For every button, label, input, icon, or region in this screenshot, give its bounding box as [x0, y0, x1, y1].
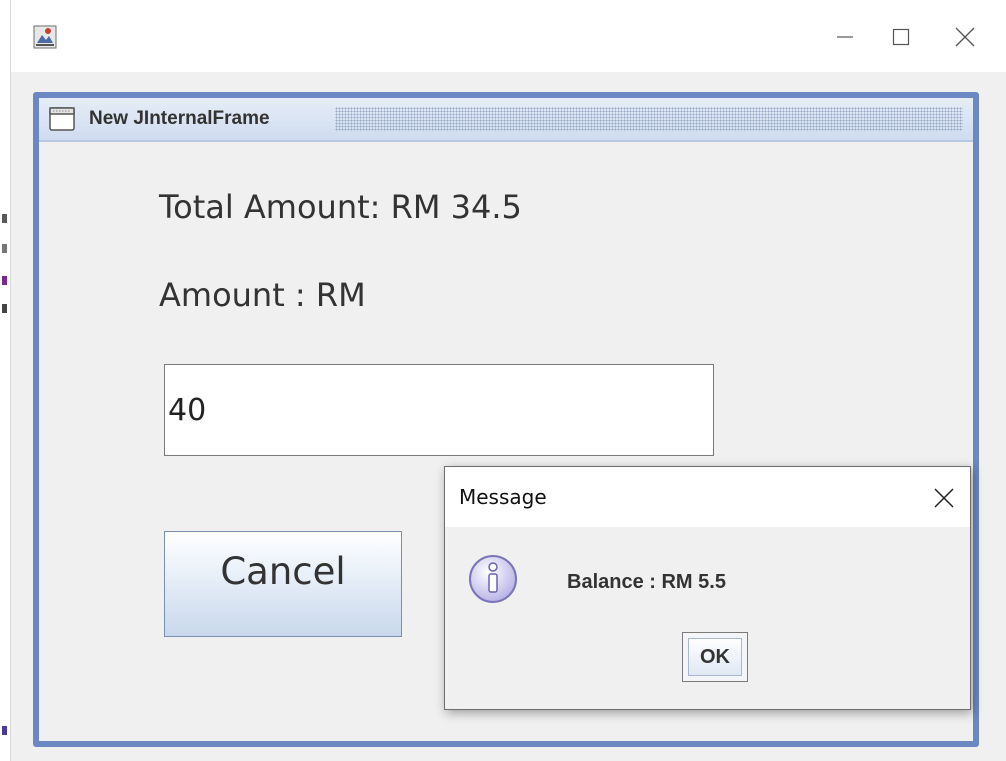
dialog-titlebar[interactable]: Message	[445, 467, 970, 527]
edge-text-fragment	[2, 726, 7, 735]
internal-frame-titlebar[interactable]: New JInternalFrame	[39, 98, 973, 142]
total-amount-label: Total Amount: RM 34.5	[159, 188, 522, 226]
minimize-button[interactable]	[822, 14, 868, 60]
info-icon	[469, 555, 517, 603]
edge-text-fragment	[2, 304, 7, 313]
ok-button[interactable]: OK	[682, 632, 748, 682]
close-button[interactable]	[942, 14, 988, 60]
internal-frame-title: New JInternalFrame	[89, 108, 270, 129]
cancel-button[interactable]: Cancel	[164, 531, 402, 637]
edge-text-fragment	[2, 244, 7, 253]
amount-label: Amount : RM	[159, 276, 366, 314]
titlebar-grip-pattern	[335, 107, 963, 131]
app-window: New JInternalFrame Total Amount: RM 34.5…	[11, 0, 1006, 761]
background-window-edge	[0, 0, 11, 761]
window-frame-icon[interactable]	[49, 107, 75, 131]
dialog-close-button[interactable]	[926, 481, 962, 515]
amount-input[interactable]	[164, 364, 714, 456]
window-titlebar[interactable]	[11, 0, 1006, 72]
maximize-icon	[892, 28, 910, 46]
edge-text-fragment	[2, 214, 7, 223]
dialog-title: Message	[459, 485, 547, 509]
close-icon	[955, 27, 975, 47]
ok-button-label: OK	[688, 638, 742, 676]
java-app-icon[interactable]	[33, 25, 57, 49]
dialog-message: Balance : RM 5.5	[567, 571, 726, 593]
minimize-icon	[837, 36, 853, 38]
message-dialog: Message Balance : RM 5.5 OK	[444, 466, 971, 710]
edge-text-fragment	[2, 276, 7, 285]
maximize-button[interactable]	[878, 14, 924, 60]
close-icon	[934, 488, 954, 508]
